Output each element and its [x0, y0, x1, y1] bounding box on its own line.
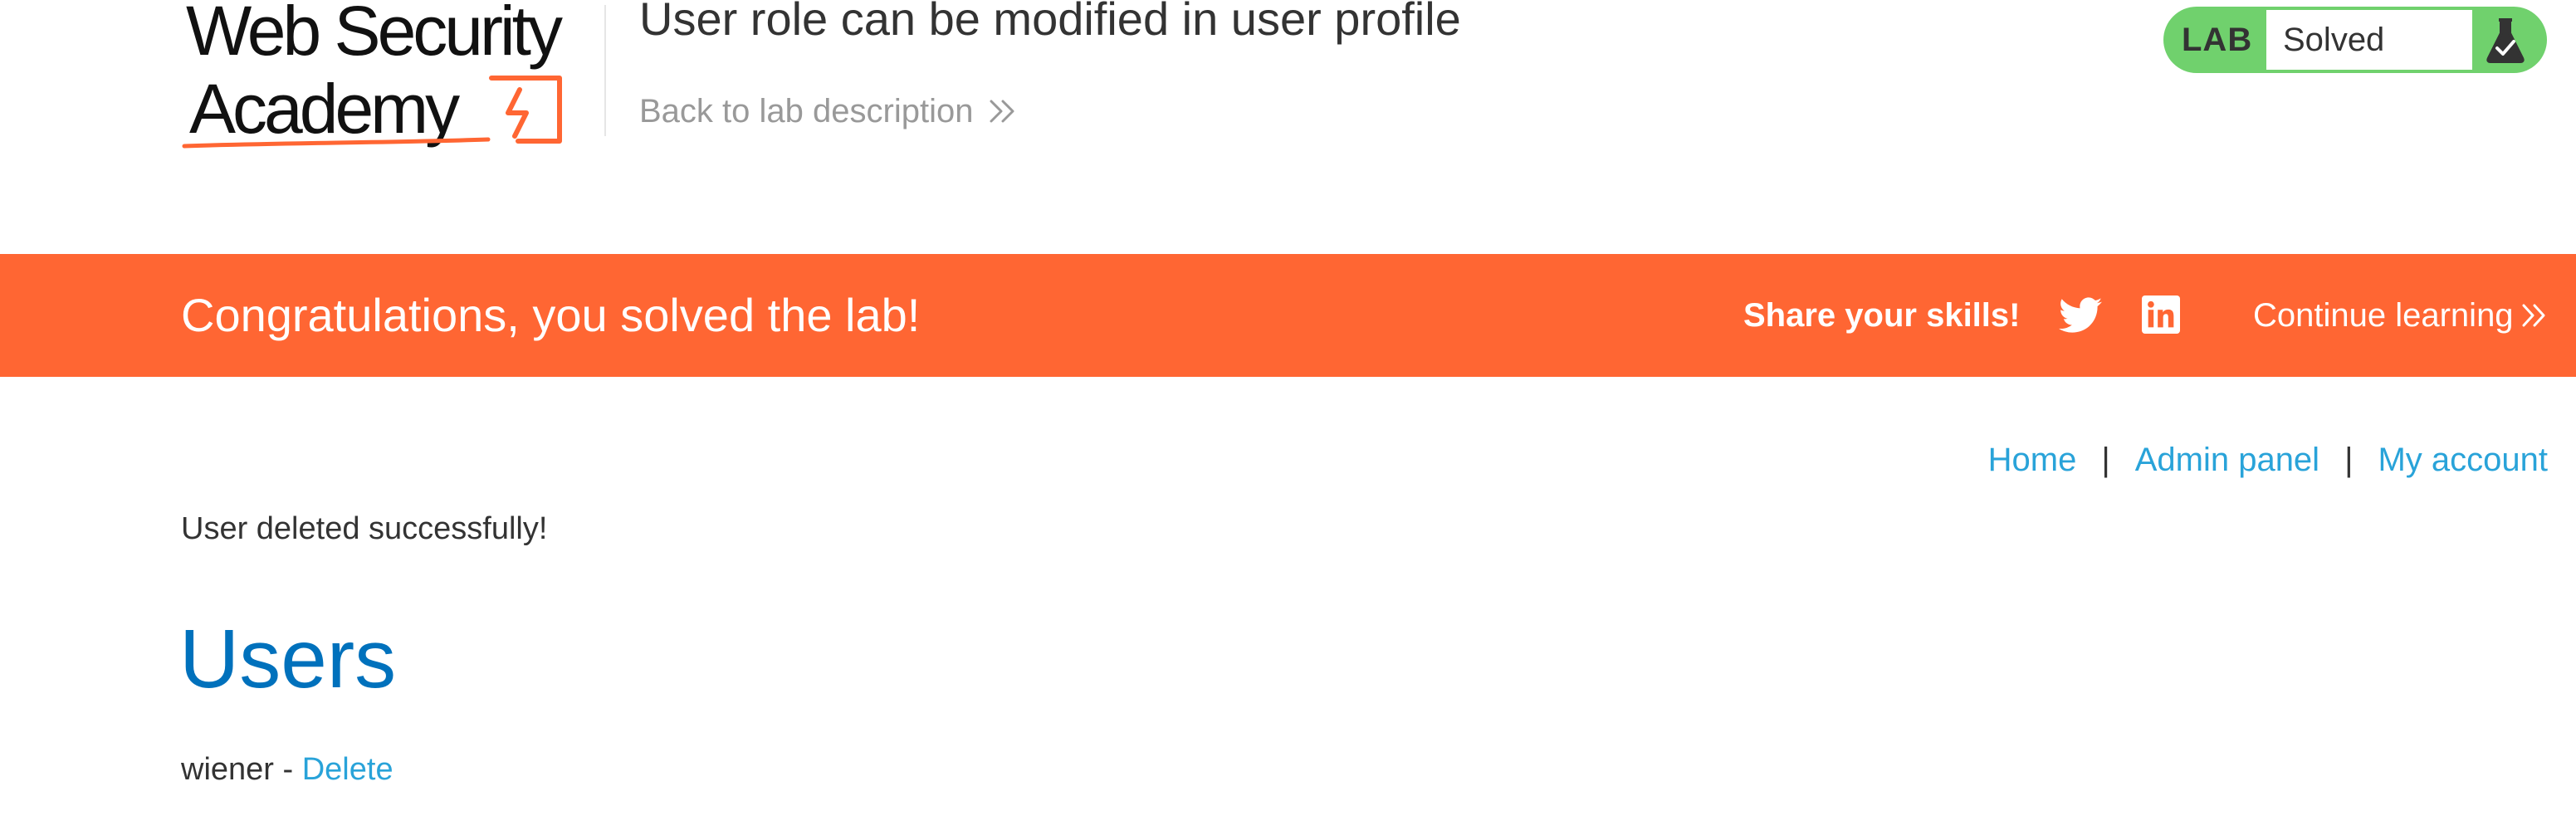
share-skills-label: Share your skills! — [1743, 297, 2021, 334]
double-chevron-right-icon — [990, 100, 1014, 123]
nav-separator: | — [2101, 442, 2110, 478]
lab-status-widget: LAB Solved — [2163, 7, 2547, 73]
logo-line1: Web Security — [186, 0, 563, 70]
continue-learning-link[interactable]: Continue learning — [2253, 254, 2549, 377]
header-divider — [604, 5, 606, 136]
logo-box-icon — [489, 76, 562, 144]
twitter-icon[interactable] — [2059, 297, 2102, 334]
flask-icon — [2486, 18, 2525, 63]
continue-learning-label: Continue learning — [2253, 297, 2514, 334]
nav-my-account-link[interactable]: My account — [2378, 438, 2548, 481]
nav-separator: | — [2344, 442, 2354, 478]
nav-home-link[interactable]: Home — [1988, 438, 2077, 481]
back-to-lab-description-link[interactable]: Back to lab description — [639, 90, 1018, 133]
logo-bolt-icon — [506, 87, 529, 139]
academy-logo-graphic: Web Security Academy — [182, 0, 566, 149]
user-name: wiener — [181, 752, 274, 787]
solved-banner: Congratulations, you solved the lab! Sha… — [0, 254, 2576, 377]
page-title: Users — [179, 613, 397, 706]
linkedin-icon[interactable] — [2142, 295, 2180, 334]
status-message: User deleted successfully! — [181, 511, 548, 546]
nav-admin-panel-link[interactable]: Admin panel — [2135, 438, 2319, 481]
lab-header: Web Security Academy User role can be mo… — [0, 0, 2576, 254]
back-link-label: Back to lab description — [639, 93, 974, 129]
academy-logo[interactable]: Web Security Academy — [179, 0, 601, 153]
account-nav: Home | Admin panel | My account — [1988, 438, 2548, 481]
congratulations-message: Congratulations, you solved the lab! — [181, 289, 921, 341]
double-chevron-right-icon — [2522, 304, 2545, 327]
lab-status-text: Solved — [2266, 10, 2472, 70]
logo-line2: Academy — [189, 70, 460, 148]
user-separator: - — [273, 752, 302, 787]
lab-title: User role can be modified in user profil… — [639, 0, 1461, 45]
delete-user-link[interactable]: Delete — [302, 752, 393, 787]
list-item: wiener - Delete — [181, 749, 393, 790]
lab-badge: LAB — [2182, 22, 2253, 58]
